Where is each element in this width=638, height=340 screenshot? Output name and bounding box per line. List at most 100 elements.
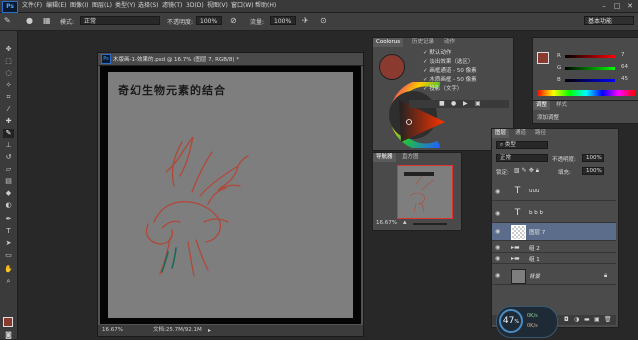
gradient-tool-icon[interactable]: ▤ (3, 177, 14, 186)
workspace-select[interactable]: 基本功能 (584, 16, 634, 25)
menu-layer[interactable]: 图层(L) (92, 0, 112, 12)
brush-icon[interactable]: ✎ (4, 16, 11, 25)
eye-icon[interactable]: ◉ (495, 255, 503, 263)
tab-history[interactable]: 历史记录 (409, 38, 437, 47)
canvas[interactable]: 奇幻生物元素的结合 (108, 72, 353, 318)
menu-help[interactable]: 帮助(H) (255, 0, 276, 12)
record-icon[interactable]: ● (451, 100, 456, 107)
r-slider[interactable] (565, 55, 615, 58)
color-ramp[interactable] (537, 90, 635, 96)
eye-icon[interactable]: ◉ (495, 210, 503, 218)
tab-channels[interactable]: 通道 (512, 129, 529, 138)
eye-icon[interactable]: ◉ (495, 188, 503, 196)
action-row[interactable]: ✓ 投影（文字） (409, 85, 509, 93)
action-row[interactable]: ✓ 默认动作 (409, 49, 509, 57)
tab-actions[interactable]: 动作 (441, 38, 458, 47)
pressure-size-icon[interactable]: ⊙ (320, 16, 327, 25)
eye-icon[interactable]: ◉ (495, 228, 503, 236)
group-row[interactable]: ◉ ▸▬ 组 1 (492, 254, 616, 264)
stop-icon[interactable]: ■ (439, 100, 445, 107)
adjustment-layer-icon[interactable]: ◑ (574, 316, 579, 323)
play-icon[interactable]: ▶ (463, 100, 468, 107)
layer-row[interactable]: ◉ T b b b (492, 205, 616, 223)
menu-select[interactable]: 选择(S) (138, 0, 159, 12)
airbrush-icon[interactable]: ✈ (302, 16, 309, 25)
close-button[interactable]: ✕ (624, 0, 636, 12)
g-value[interactable]: 64 (621, 64, 628, 70)
tab-paths[interactable]: 路径 (532, 129, 549, 138)
lock-icons[interactable]: ▧✎✥🔒︎ (514, 167, 541, 175)
move-tool-icon[interactable]: ✥ (3, 45, 14, 54)
dodge-tool-icon[interactable]: ◐ (3, 201, 14, 210)
document-tab[interactable]: Ps 木版画-1-效果的.psd @ 16.7% (图层 7, RGB/8) * (98, 53, 363, 66)
menu-view[interactable]: 视图(V) (207, 0, 228, 12)
path-select-tool-icon[interactable]: ➤ (3, 239, 14, 248)
eye-icon[interactable]: ◉ (495, 272, 503, 280)
mask-icon[interactable]: ◘ (564, 316, 569, 323)
layer-row[interactable]: ◉ T uuu (492, 183, 616, 201)
quick-select-tool-icon[interactable]: ✧ (3, 81, 14, 90)
brush-tool-icon[interactable]: ✎ (3, 129, 14, 138)
minimize-button[interactable]: – (598, 0, 610, 12)
flow-input[interactable]: 100% (270, 16, 296, 25)
blur-tool-icon[interactable]: ◆ (3, 189, 14, 198)
layer-row-selected[interactable]: ◉ 图层 7 (492, 223, 616, 241)
marquee-tool-icon[interactable]: ⬚ (3, 57, 14, 66)
menu-file[interactable]: 文件(F) (22, 0, 42, 12)
foreground-swatch[interactable] (537, 52, 549, 64)
coolorus-current-color[interactable] (379, 54, 405, 80)
tab-styles[interactable]: 样式 (553, 101, 570, 110)
menu-type[interactable]: 类型(Y) (115, 0, 135, 12)
history-brush-tool-icon[interactable]: ↺ (3, 153, 14, 162)
action-row[interactable]: ✓ 淡出效果（选区） (409, 58, 509, 66)
action-row[interactable]: ✓ 画框通道 - 50 像素 (409, 67, 509, 75)
foreground-color-swatch[interactable] (3, 317, 13, 327)
clone-stamp-tool-icon[interactable]: ⊥ (3, 141, 14, 150)
healing-brush-tool-icon[interactable]: ✚ (3, 117, 14, 126)
menu-edit[interactable]: 编辑(E) (46, 0, 66, 12)
tab-navigator[interactable]: 导航器 (373, 153, 396, 162)
menu-3d[interactable]: 3D(D) (186, 0, 204, 12)
new-action-icon[interactable]: ▣ (475, 100, 481, 107)
tab-histogram[interactable]: 直方图 (399, 153, 422, 162)
eyedropper-tool-icon[interactable]: ⁄ (3, 105, 14, 114)
b-slider[interactable] (565, 79, 615, 82)
fill-input[interactable]: 100% (582, 167, 604, 175)
navigator-zoom-slider[interactable] (413, 223, 447, 225)
eye-icon[interactable]: ◉ (495, 244, 503, 252)
menu-image[interactable]: 图像(I) (70, 0, 88, 12)
g-slider[interactable] (565, 67, 615, 70)
menu-window[interactable]: 窗口(W) (231, 0, 254, 12)
hand-tool-icon[interactable]: ✋ (3, 265, 14, 274)
status-arrow-icon[interactable]: ▸ (208, 325, 211, 336)
crop-tool-icon[interactable]: ⌗ (3, 93, 14, 102)
new-group-icon[interactable]: ▬ (584, 316, 590, 323)
group-row[interactable]: ◉ ▸▬ 组 2 (492, 243, 616, 253)
brush-panel-icon[interactable]: ▦ (43, 16, 51, 25)
r-value[interactable]: 7 (621, 52, 625, 58)
lasso-tool-icon[interactable]: ◌ (3, 69, 14, 78)
layer-opacity-input[interactable]: 100% (582, 154, 604, 162)
brush-preset-icon[interactable]: ● (26, 16, 33, 25)
eraser-tool-icon[interactable]: ▱ (3, 165, 14, 174)
type-tool-icon[interactable]: T (3, 227, 14, 236)
zoom-level[interactable]: 16.67% (102, 325, 123, 336)
tab-adjustments[interactable]: 调整 (533, 101, 551, 110)
pen-tool-icon[interactable]: ✒ (3, 215, 14, 224)
menu-filter[interactable]: 滤镜(T) (162, 0, 182, 12)
navigator-preview[interactable] (397, 165, 453, 219)
trash-icon[interactable]: 🗑︎ (604, 316, 612, 323)
tab-layers[interactable]: 图层 (492, 129, 510, 138)
b-value[interactable]: 45 (621, 76, 628, 82)
shape-tool-icon[interactable]: ▭ (3, 251, 14, 260)
network-speed-widget[interactable]: 47% 0K/s 0K/s (496, 306, 558, 338)
mode-select[interactable]: 正常 (80, 16, 160, 25)
navigator-zoom[interactable]: 16.67% (376, 220, 397, 226)
new-layer-icon[interactable]: ▣ (594, 316, 600, 323)
maximize-button[interactable]: □ (611, 0, 623, 12)
layer-row[interactable]: ◉ 背景 🔒︎ (492, 267, 616, 285)
layer-kind-filter[interactable]: ⌕ 类型 (496, 141, 548, 149)
zoom-out-icon[interactable]: ▴ (403, 218, 407, 226)
opacity-input[interactable]: 100% (196, 16, 222, 25)
pressure-opacity-icon[interactable]: ⊘ (230, 16, 237, 25)
